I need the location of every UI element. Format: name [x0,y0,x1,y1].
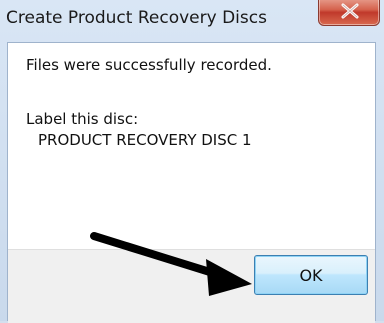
dialog-title: Create Product Recovery Discs [6,8,267,28]
disc-label: PRODUCT RECOVERY DISC 1 [38,131,252,149]
title-bar: Create Product Recovery Discs [0,0,384,40]
status-message: Files were successfully recorded. [26,56,272,74]
label-prompt: Label this disc: [26,110,139,128]
close-icon [341,3,359,19]
ok-button[interactable]: OK [254,255,368,295]
close-button[interactable] [318,0,380,26]
dialog-window: Create Product Recovery Discs Files were… [0,0,384,323]
